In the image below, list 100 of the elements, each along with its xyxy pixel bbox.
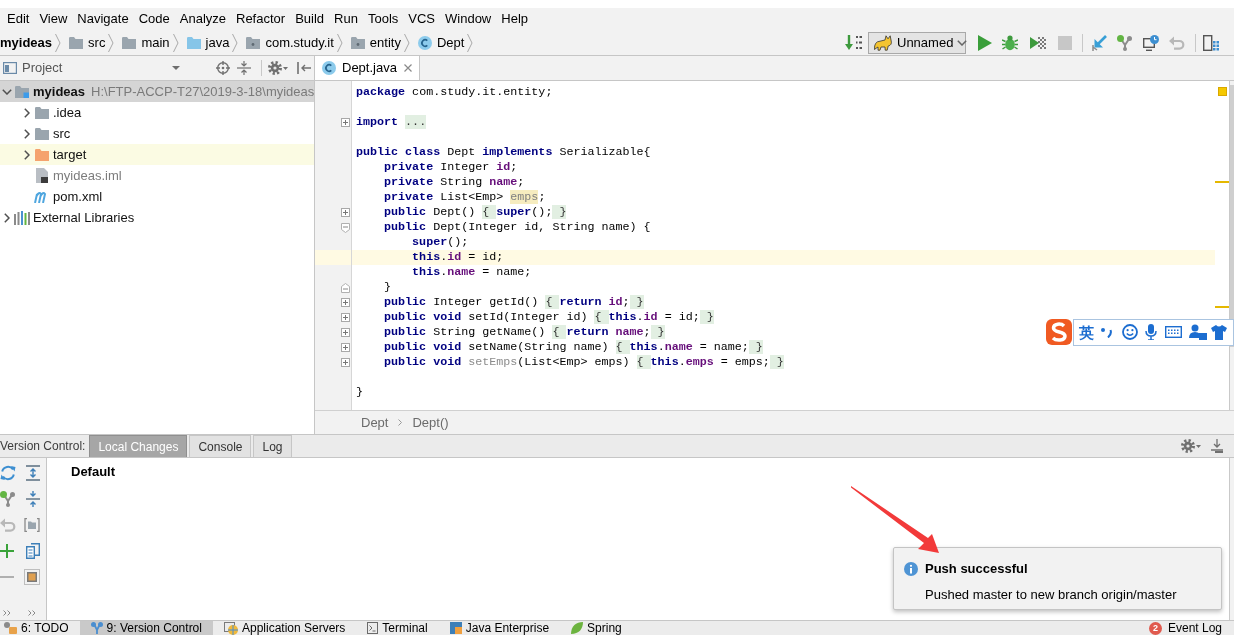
- menu-item[interactable]: View: [34, 9, 73, 29]
- breadcrumb[interactable]: com.study.it: [238, 31, 337, 54]
- collapse-all-icon[interactable]: [26, 491, 40, 507]
- bug-icon[interactable]: [1002, 34, 1018, 51]
- chevron-right-icon[interactable]: [24, 107, 30, 118]
- fold-collapse-icon[interactable]: [341, 282, 350, 293]
- tree-item[interactable]: myideas H:\FTP-ACCP-T27\2019-3-18\myideas: [0, 81, 314, 102]
- tool-window-tab[interactable]: Console: [189, 435, 252, 457]
- keyboard-icon[interactable]: [1165, 326, 1182, 338]
- breadcrumb-separator-icon: [108, 33, 115, 52]
- expand-all-icon[interactable]: [26, 465, 40, 481]
- run-with-coverage-icon[interactable]: [1030, 34, 1046, 51]
- menu-item[interactable]: Help: [496, 9, 533, 29]
- event-log-button[interactable]: 2 Event Log: [1148, 621, 1222, 635]
- shelf-icon[interactable]: [24, 569, 40, 585]
- changelist-item[interactable]: Default: [71, 462, 116, 482]
- tree-item[interactable]: .idea: [0, 102, 314, 123]
- breadcrumb-separator-icon: [336, 33, 343, 52]
- commit-icon[interactable]: [1117, 34, 1133, 51]
- close-icon[interactable]: [403, 64, 412, 72]
- tree-item[interactable]: External Libraries: [0, 207, 314, 228]
- menu-item[interactable]: Code: [133, 9, 175, 29]
- menu-item[interactable]: Run: [329, 9, 363, 29]
- settings-icon[interactable]: [1181, 439, 1201, 453]
- menu-item[interactable]: VCS: [403, 9, 440, 29]
- breadcrumb[interactable]: Dept: [409, 31, 468, 54]
- tool-window-button[interactable]: Application Servers: [212, 621, 357, 635]
- dropdown-caret-icon[interactable]: [172, 66, 180, 70]
- menu-item[interactable]: Edit: [2, 9, 35, 29]
- chevron-right-icon[interactable]: [24, 128, 30, 139]
- project-view-selector[interactable]: Project: [3, 58, 180, 78]
- tree-item[interactable]: pom.xml: [0, 186, 314, 207]
- hide-panel-icon[interactable]: [297, 62, 311, 74]
- punctuation-icon[interactable]: [1101, 326, 1113, 338]
- crosshair-icon[interactable]: [216, 61, 230, 75]
- input-mode-toggle[interactable]: 英: [1079, 324, 1094, 340]
- collapse-all-icon[interactable]: [237, 61, 251, 75]
- plus-icon[interactable]: [0, 544, 14, 558]
- breadcrumb[interactable]: java: [178, 31, 233, 54]
- tree-item[interactable]: target: [0, 144, 314, 165]
- tool-window-tab[interactable]: Log: [253, 435, 292, 457]
- chevron-right-icon[interactable]: [24, 149, 30, 160]
- terminal-icon: [367, 622, 379, 634]
- tool-window-button[interactable]: Java Enterprise: [438, 621, 561, 635]
- tool-window-button[interactable]: 6: TODO: [0, 621, 80, 635]
- hide-panel-icon[interactable]: [1211, 439, 1223, 453]
- shirt-icon[interactable]: [1211, 324, 1227, 340]
- breadcrumb-separator-icon: [403, 33, 410, 52]
- person-icon[interactable]: [1189, 324, 1207, 340]
- run-configuration-dropdown[interactable]: Unnamed: [868, 31, 966, 54]
- breadcrumb[interactable]: src: [61, 31, 109, 54]
- breadcrumb[interactable]: main: [114, 31, 173, 54]
- chevron-right-icon[interactable]: [4, 212, 10, 223]
- menu-item[interactable]: Tools: [362, 9, 404, 29]
- fold-expand-icon[interactable]: [341, 313, 350, 322]
- editor-tab[interactable]: Dept.java: [315, 56, 420, 80]
- more-icon[interactable]: [28, 610, 36, 616]
- input-method-logo-icon[interactable]: [1045, 318, 1073, 346]
- event-count-badge: 2: [1148, 621, 1162, 635]
- smiley-icon[interactable]: [1122, 324, 1138, 340]
- copy-icon[interactable]: [26, 543, 40, 559]
- menu-item[interactable]: Analyze: [174, 9, 231, 29]
- fold-expand-icon[interactable]: [341, 298, 350, 307]
- fold-expand-icon[interactable]: [341, 343, 350, 352]
- fold-collapse-icon[interactable]: [341, 222, 350, 233]
- menu-item[interactable]: Navigate: [72, 9, 134, 29]
- history-icon[interactable]: [1143, 34, 1159, 51]
- tree-item[interactable]: src: [0, 123, 314, 144]
- vcs-update-icon[interactable]: [1091, 34, 1107, 51]
- run-icon[interactable]: [978, 34, 992, 51]
- tree-item[interactable]: myideas.iml: [0, 165, 314, 186]
- fold-expand-icon[interactable]: [341, 328, 350, 337]
- sort-icon[interactable]: [845, 34, 863, 51]
- breadcrumb-separator-icon: [172, 33, 179, 52]
- refresh-icon[interactable]: [0, 465, 16, 481]
- scrollbar-thumb[interactable]: [1230, 85, 1234, 347]
- breadcrumb[interactable]: Dept(): [412, 412, 449, 433]
- tool-window-button[interactable]: 9: Version Control: [79, 621, 213, 635]
- breadcrumb[interactable]: entity: [342, 31, 404, 54]
- chevron-down-icon[interactable]: [2, 88, 12, 95]
- breadcrumb[interactable]: Dept: [361, 412, 389, 433]
- code-line: public Dept(Integer id, String name) {: [383, 220, 652, 235]
- project-structure-icon[interactable]: [1203, 34, 1219, 51]
- breadcrumb-separator-icon: [232, 33, 239, 52]
- tool-window-button[interactable]: Terminal: [356, 621, 439, 635]
- menu-item[interactable]: Refactor: [231, 9, 291, 29]
- menu-item[interactable]: Build: [290, 9, 330, 29]
- vcs-branch-icon[interactable]: [0, 491, 16, 507]
- project-view-icon: [3, 62, 17, 74]
- dropdown-caret-icon[interactable]: [957, 39, 968, 46]
- microphone-icon[interactable]: [1145, 324, 1157, 340]
- settings-icon[interactable]: [268, 61, 288, 75]
- breadcrumb[interactable]: myideas: [0, 31, 56, 54]
- fold-expand-icon[interactable]: [341, 118, 350, 127]
- fold-expand-icon[interactable]: [341, 358, 350, 367]
- more-icon[interactable]: [3, 610, 11, 616]
- menu-item[interactable]: Window: [440, 9, 497, 29]
- folder-group-icon[interactable]: [24, 518, 40, 532]
- tool-window-button[interactable]: Spring: [560, 621, 633, 635]
- fold-expand-icon[interactable]: [341, 208, 350, 217]
